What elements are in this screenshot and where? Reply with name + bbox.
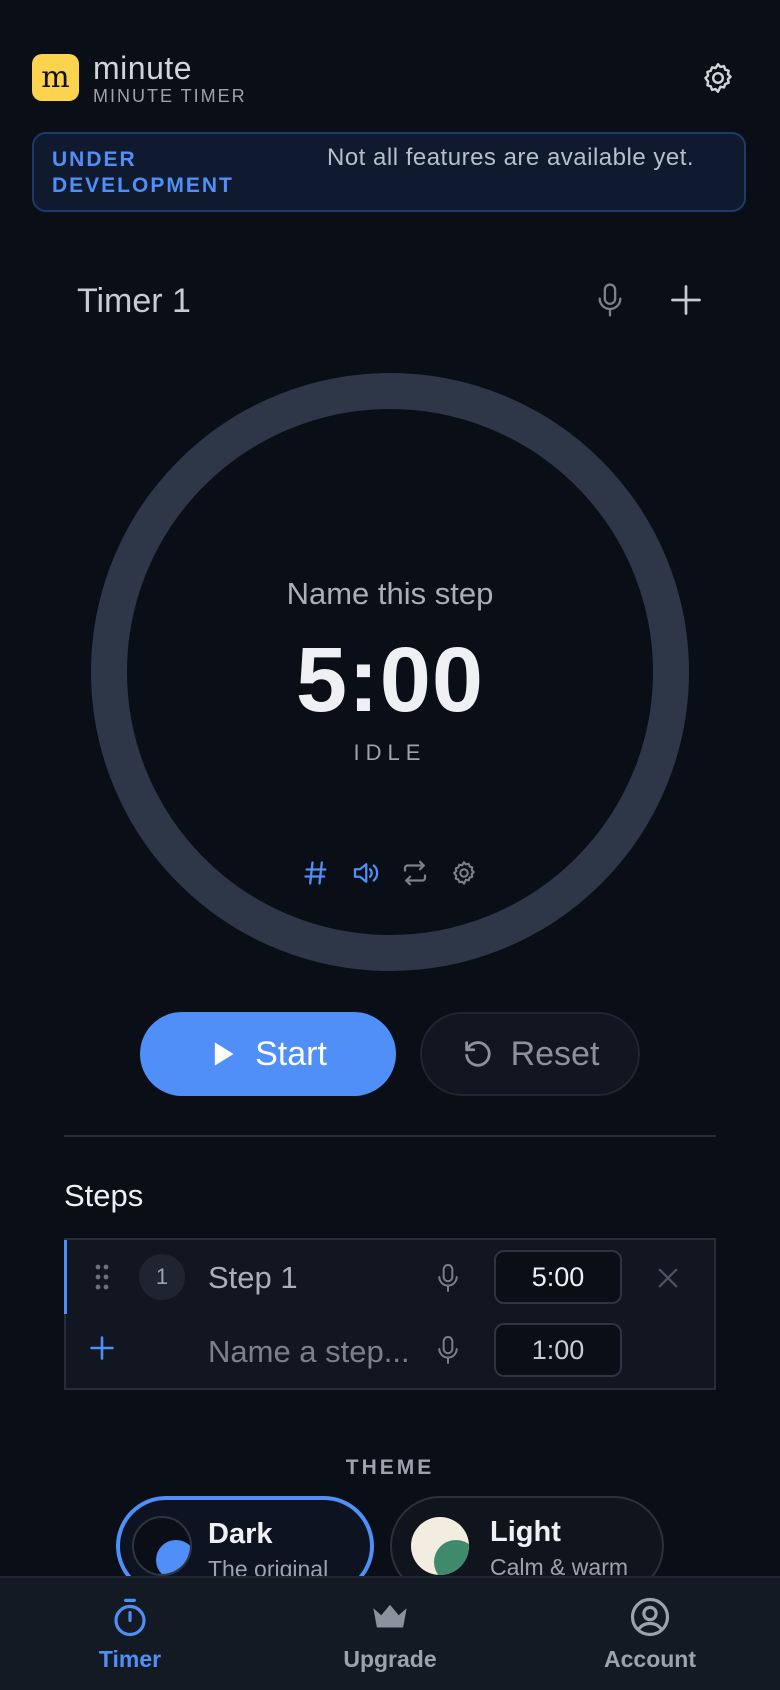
- settings-gear-icon[interactable]: [700, 60, 736, 96]
- add-step-plus-icon[interactable]: [88, 1334, 116, 1362]
- microphone-icon[interactable]: [594, 282, 626, 318]
- app-name: minute: [93, 50, 193, 86]
- banner-title: UNDER DEVELOPMENT: [52, 148, 234, 197]
- theme-light-name: Light: [490, 1516, 561, 1548]
- current-step-name[interactable]: Name this step: [90, 576, 690, 612]
- step-number-badge: 1: [139, 1254, 185, 1300]
- light-theme-swatch-icon: [410, 1516, 470, 1576]
- active-step-indicator: [64, 1240, 67, 1314]
- step-settings-gear-icon[interactable]: [448, 857, 480, 889]
- add-timer-plus-icon[interactable]: [668, 282, 704, 318]
- new-step-microphone-icon[interactable]: [435, 1334, 461, 1366]
- nav-label-account: Account: [604, 1646, 696, 1672]
- new-step-duration-field[interactable]: 1:00: [494, 1323, 622, 1377]
- start-button[interactable]: Start: [140, 1012, 396, 1096]
- nav-item-upgrade[interactable]: Upgrade: [310, 1596, 470, 1673]
- step-microphone-icon[interactable]: [435, 1262, 461, 1294]
- app-subtitle: MINUTE TIMER: [93, 86, 247, 106]
- step-duration-field[interactable]: 5:00: [494, 1250, 622, 1304]
- new-step-name-input[interactable]: [208, 1332, 418, 1372]
- step-name[interactable]: Step 1: [208, 1260, 298, 1296]
- hash-icon[interactable]: [300, 857, 332, 889]
- divider: [64, 1135, 716, 1137]
- nav-item-timer[interactable]: Timer: [50, 1596, 210, 1673]
- timer-title[interactable]: Timer 1: [77, 282, 191, 321]
- nav-label-timer: Timer: [98, 1646, 162, 1672]
- remove-step-close-icon[interactable]: [654, 1264, 682, 1292]
- stopwatch-icon: [114, 1598, 146, 1637]
- user-circle-icon: [630, 1597, 670, 1637]
- reset-icon: [464, 1041, 491, 1067]
- timer-status: IDLE: [353, 740, 427, 765]
- repeat-icon[interactable]: [399, 857, 431, 889]
- app-logo: m: [32, 54, 79, 101]
- nav-label-upgrade: Upgrade: [343, 1646, 437, 1672]
- reset-button[interactable]: Reset: [420, 1012, 640, 1096]
- crown-icon: [373, 1604, 407, 1628]
- timer-display: 5:00: [295, 629, 485, 731]
- theme-dark-name: Dark: [208, 1518, 273, 1550]
- nav-item-account[interactable]: Account: [570, 1596, 730, 1673]
- theme-title: THEME: [345, 1456, 435, 1479]
- timer-options: [300, 855, 480, 891]
- start-label: Start: [255, 1034, 327, 1073]
- dark-theme-swatch-icon: [132, 1516, 192, 1576]
- banner-text: Not all features are available yet.: [327, 144, 695, 171]
- drag-handle-icon[interactable]: [92, 1262, 112, 1292]
- play-icon: [214, 1042, 234, 1066]
- reset-label: Reset: [510, 1034, 600, 1073]
- steps-title: Steps: [64, 1178, 144, 1213]
- volume-icon[interactable]: [349, 857, 381, 889]
